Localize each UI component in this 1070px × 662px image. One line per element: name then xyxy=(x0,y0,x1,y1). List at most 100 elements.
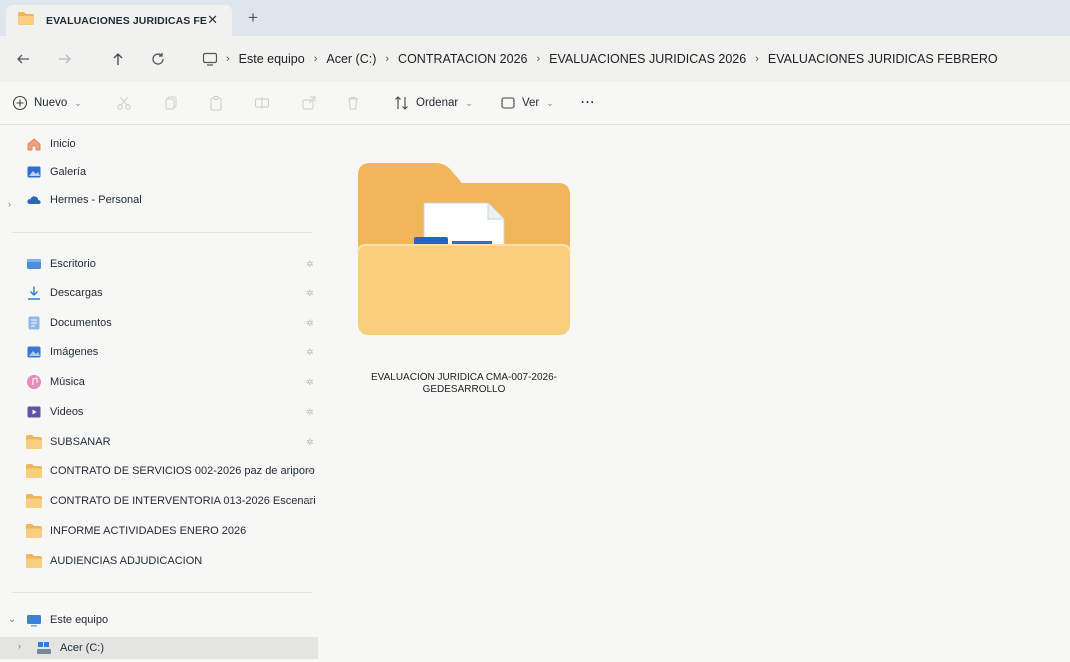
cloud-icon xyxy=(26,192,42,208)
folder-icon xyxy=(26,493,42,509)
breadcrumb-item[interactable]: CONTRATACION 2026 xyxy=(398,52,527,66)
sidebar-item-informe-actividades[interactable]: INFORME ACTIVIDADES ENERO 2026 xyxy=(26,517,246,545)
delete-icon[interactable] xyxy=(345,95,361,111)
chevron-right-icon[interactable]: › xyxy=(8,199,11,209)
refresh-button[interactable] xyxy=(144,45,172,73)
breadcrumb-item[interactable]: EVALUACIONES JURIDICAS 2026 xyxy=(549,52,746,66)
sidebar-item-label: Galería xyxy=(50,166,87,178)
new-button[interactable]: Nuevo ⌄ xyxy=(12,91,82,115)
paste-icon[interactable] xyxy=(208,95,224,111)
breadcrumb-item[interactable]: EVALUACIONES JURIDICAS FEBRERO xyxy=(768,52,998,66)
folder-name-line: EVALUACION JURIDICA CMA-007-2026- xyxy=(371,372,557,383)
pin-icon[interactable]: ✲ xyxy=(306,288,314,299)
folder-icon: W xyxy=(357,163,571,335)
download-icon xyxy=(26,285,42,301)
sidebar-item-acer-label[interactable]: Acer (C:) xyxy=(36,634,104,662)
divider xyxy=(12,592,312,593)
forward-arrow-icon xyxy=(59,54,71,64)
folder-icon xyxy=(26,553,42,569)
monitor-button[interactable] xyxy=(196,45,224,73)
tab-active[interactable]: EVALUACIONES JURIDICAS FE ✕ xyxy=(6,5,232,36)
folder-name-line: GEDESARROLLO xyxy=(422,384,506,395)
breadcrumb: › Este equipo › Acer (C:) › CONTRATACION… xyxy=(226,36,1007,82)
sidebar-item-label: Escritorio xyxy=(50,258,96,270)
sidebar-item-galeria[interactable]: Galería xyxy=(26,158,86,186)
sort-button[interactable]: Ordenar ⌄ xyxy=(394,91,473,115)
chevron-right-icon: › xyxy=(536,53,541,65)
gallery-icon xyxy=(26,164,42,180)
chevron-right-icon: › xyxy=(313,53,318,65)
sidebar-item-label: Imágenes xyxy=(50,346,99,358)
chevron-right-icon: › xyxy=(385,53,390,65)
up-button[interactable] xyxy=(104,45,132,73)
pin-icon[interactable]: ✲ xyxy=(306,466,314,477)
pin-icon[interactable]: ✲ xyxy=(306,259,314,270)
chevron-down-icon: ⌄ xyxy=(74,97,82,108)
sidebar-item-audiencias[interactable]: AUDIENCIAS ADJUDICACION xyxy=(26,547,202,575)
tab-strip: EVALUACIONES JURIDICAS FE ✕ + xyxy=(0,0,1070,36)
address-bar-row: › Este equipo › Acer (C:) › CONTRATACION… xyxy=(0,36,1070,82)
view-button[interactable]: Ver ⌄ xyxy=(500,91,554,115)
more-options-button[interactable]: ··· xyxy=(581,91,596,115)
sidebar-item-label: AUDIENCIAS ADJUDICACION xyxy=(50,555,203,567)
file-view: W EVALUACION JURIDICA CMA-007-2026- GEDE… xyxy=(325,124,1070,655)
forward-button[interactable] xyxy=(51,45,79,73)
sidebar-item-label: Videos xyxy=(50,406,84,418)
sidebar-item-documentos[interactable]: Documentos xyxy=(26,309,112,337)
sidebar-item-label: Documentos xyxy=(50,317,112,329)
sidebar-item-videos[interactable]: Videos xyxy=(26,398,83,426)
home-icon xyxy=(26,136,42,152)
divider xyxy=(12,232,312,233)
chevron-down-icon: ⌄ xyxy=(465,97,473,108)
folder-icon xyxy=(26,434,42,450)
sidebar-item-label: Hermes - Personal xyxy=(50,194,142,206)
sidebar-item-contrato-interventoria[interactable]: CONTRATO DE INTERVENTORIA 013-2026 Escen… xyxy=(26,487,316,515)
back-arrow-icon xyxy=(17,54,29,64)
pin-icon[interactable]: ✲ xyxy=(306,437,314,448)
close-icon[interactable]: ✕ xyxy=(207,12,218,28)
sidebar-item-label: INFORME ACTIVIDADES ENERO 2026 xyxy=(50,525,247,537)
sidebar-item-label: Música xyxy=(50,376,85,388)
new-tab-button[interactable]: + xyxy=(248,8,258,28)
view-label: Ver xyxy=(522,97,540,109)
chevron-down-icon[interactable]: ⌄ xyxy=(8,614,16,625)
sidebar-item-label: CONTRATO DE SERVICIOS 002-2026 paz de ar… xyxy=(50,465,315,477)
sidebar-item-hermes-personal[interactable]: Hermes - Personal xyxy=(26,186,142,214)
sidebar-item-label: Este equipo xyxy=(50,614,109,626)
back-button[interactable] xyxy=(9,45,37,73)
sidebar-item-este-equipo[interactable]: Este equipo xyxy=(26,606,108,634)
copy-icon[interactable] xyxy=(163,95,179,111)
sidebar-item-descargas[interactable]: Descargas xyxy=(26,279,103,307)
breadcrumb-item[interactable]: Este equipo xyxy=(239,52,305,66)
rename-icon[interactable] xyxy=(254,95,270,111)
folder-name[interactable]: EVALUACION JURIDICA CMA-007-2026- GEDESA… xyxy=(339,372,589,396)
chevron-right-icon: › xyxy=(226,53,230,65)
pin-icon[interactable]: ✲ xyxy=(306,377,314,388)
folder-icon xyxy=(18,11,34,30)
chevron-down-icon: ⌄ xyxy=(546,97,554,108)
pin-icon[interactable]: ✲ xyxy=(306,347,314,358)
folder-icon xyxy=(26,523,42,539)
sort-label: Ordenar xyxy=(416,97,459,109)
up-arrow-icon xyxy=(113,53,123,65)
view-icon xyxy=(501,97,515,109)
cut-icon[interactable] xyxy=(116,95,132,111)
breadcrumb-item[interactable]: Acer (C:) xyxy=(326,52,376,66)
pin-icon[interactable]: ✲ xyxy=(306,318,314,329)
sidebar-item-subsanar[interactable]: SUBSANAR xyxy=(26,428,111,456)
sidebar-item-label: Descargas xyxy=(50,287,103,299)
pin-icon[interactable]: ✲ xyxy=(306,407,314,418)
sidebar-item-musica[interactable]: Música xyxy=(26,368,85,396)
navigation-pane: Inicio Galería › Hermes - Personal Escri… xyxy=(0,124,325,659)
sidebar-item-inicio[interactable]: Inicio xyxy=(26,130,76,158)
new-label: Nuevo xyxy=(34,97,68,109)
sidebar-item-contrato-servicios[interactable]: CONTRATO DE SERVICIOS 002-2026 paz de ar… xyxy=(26,457,315,485)
sidebar-item-imagenes[interactable]: Imágenes xyxy=(26,338,98,366)
document-icon xyxy=(26,315,42,331)
monitor-icon xyxy=(202,52,218,66)
chevron-right-icon[interactable]: › xyxy=(18,641,21,651)
sidebar-item-escritorio[interactable]: Escritorio xyxy=(26,250,96,278)
pin-icon[interactable]: ✲ xyxy=(306,496,314,507)
share-icon[interactable] xyxy=(301,95,317,111)
sidebar-item-label: Acer (C:) xyxy=(60,642,104,654)
